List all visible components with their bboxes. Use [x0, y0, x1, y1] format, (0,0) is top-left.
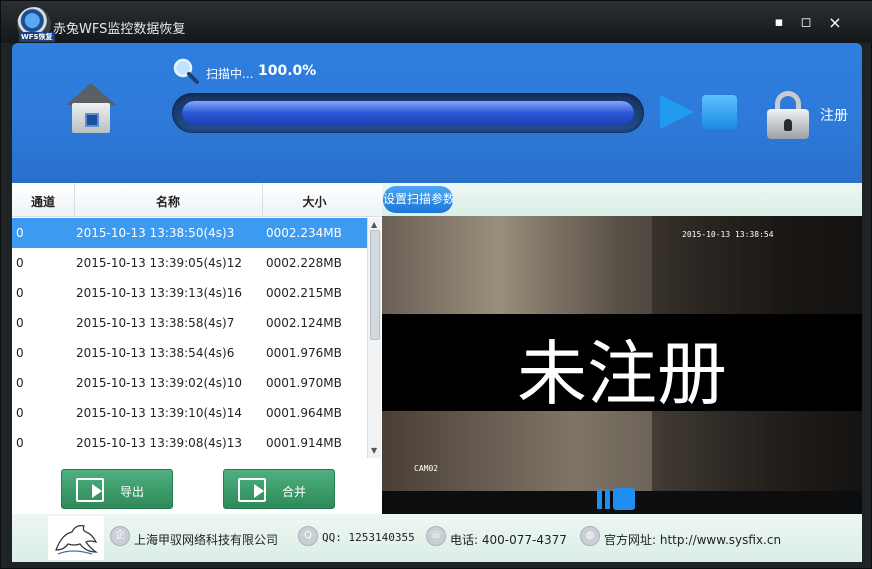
window-title: 赤兔WFS监控数据恢复: [53, 22, 186, 37]
pause-icon: [597, 489, 602, 509]
scan-settings-button[interactable]: 设置扫描参数: [383, 186, 453, 213]
cell-channel: 0: [16, 376, 24, 390]
company-name: 上海甲驭网络科技有限公司: [134, 533, 279, 547]
progress-fill: [182, 101, 634, 125]
app-window: WFS恢复 赤兔WFS监控数据恢复 ▪ ◻ × 扫描中... 100.0% 注册…: [0, 0, 872, 569]
register-button[interactable]: 注册: [820, 105, 848, 125]
list-scrollbar[interactable]: ▲ ▼: [367, 218, 381, 458]
camera-label: CAM02: [414, 464, 439, 473]
column-header-size[interactable]: 大小: [262, 193, 367, 210]
cell-size: 0001.964MB: [266, 406, 342, 420]
play-icon[interactable]: [660, 95, 694, 129]
phone-number: 电话: 400-077-4377: [450, 533, 567, 547]
cell-size: 0001.914MB: [266, 436, 342, 450]
table-row[interactable]: 0 2015-10-13 13:38:58(4s)7 0002.124MB: [12, 308, 367, 338]
header-panel: 扫描中... 100.0% 注册: [12, 43, 862, 183]
horse-logo-icon: [55, 525, 98, 555]
export-arrow-icon: [92, 484, 102, 498]
cell-size: 0002.228MB: [266, 256, 342, 270]
preview-toolbar: 设置扫描参数: [382, 183, 862, 216]
home-icon: [66, 83, 116, 105]
cell-channel: 0: [16, 436, 24, 450]
cell-channel: 0: [16, 286, 24, 300]
company-logo: [48, 516, 104, 560]
cell-size: 0001.970MB: [266, 376, 342, 390]
video-preview: 未注册 2015-10-13 13:38:54 CAM02: [382, 216, 862, 514]
cell-channel: 0: [16, 346, 24, 360]
table-row[interactable]: 0 2015-10-13 13:39:13(4s)16 0002.215MB: [12, 278, 367, 308]
column-header-channel[interactable]: 通道: [12, 193, 74, 210]
file-list-panel: 通道 名称 大小 0 2015-10-13 13:38:50(4s)3 0002.2…: [12, 183, 382, 514]
cell-size: 0001.976MB: [266, 346, 342, 360]
table-header: 通道 名称 大小: [12, 183, 382, 217]
pause-button[interactable]: [597, 487, 647, 511]
cell-name: 2015-10-13 13:39:02(4s)10: [76, 376, 242, 390]
close-button[interactable]: ×: [827, 15, 843, 31]
table-row[interactable]: 0 2015-10-13 13:38:54(4s)6 0001.976MB: [12, 338, 367, 368]
home-icon-door: [85, 113, 99, 127]
table-row[interactable]: 0 2015-10-13 13:39:08(4s)13 0001.914MB: [12, 428, 367, 458]
cell-name: 2015-10-13 13:38:54(4s)6: [76, 346, 235, 360]
cell-name: 2015-10-13 13:39:05(4s)12: [76, 256, 242, 270]
unregistered-watermark: 未注册: [517, 333, 727, 415]
website-link[interactable]: 官方网址: http://www.sysfix.cn: [604, 531, 781, 548]
qq-icon: Q: [298, 526, 318, 546]
scan-status-label: 扫描中...: [206, 67, 254, 81]
cell-channel: 0: [16, 256, 24, 270]
cell-name: 2015-10-13 13:39:10(4s)14: [76, 406, 242, 420]
merge-button-label: 合并: [282, 485, 307, 499]
maximize-button[interactable]: ◻: [798, 15, 814, 31]
table-row[interactable]: 0 2015-10-13 13:39:02(4s)10 0001.970MB: [12, 368, 367, 398]
lock-keyhole: [784, 119, 792, 131]
phone-icon: ☏: [426, 526, 446, 546]
column-header-name[interactable]: 名称: [74, 193, 262, 210]
cell-channel: 0: [16, 316, 24, 330]
app-logo-label: WFS恢复: [19, 32, 55, 42]
cell-name: 2015-10-13 13:39:08(4s)13: [76, 436, 242, 450]
cell-name: 2015-10-13 13:38:58(4s)7: [76, 316, 235, 330]
qq-number[interactable]: QQ: 1253140355: [322, 531, 415, 544]
cell-channel: 0: [16, 406, 24, 420]
cell-name: 2015-10-13 13:39:13(4s)16: [76, 286, 242, 300]
minimize-button[interactable]: ▪: [771, 15, 787, 31]
search-icon: [173, 58, 199, 84]
progress-track: [182, 101, 634, 125]
video-timestamp: 2015-10-13 13:38:54: [682, 230, 774, 239]
lock-icon[interactable]: [767, 91, 809, 139]
scroll-thumb[interactable]: [370, 230, 380, 340]
globe-icon: ◍: [580, 526, 600, 546]
company-icon: 企: [110, 526, 130, 546]
file-list: 0 2015-10-13 13:38:50(4s)3 0002.234MB 0 2015…: [12, 218, 367, 458]
cell-channel: 0: [16, 226, 24, 240]
table-row[interactable]: 0 2015-10-13 13:39:05(4s)12 0002.228MB: [12, 248, 367, 278]
pause-icon-bar: [605, 489, 610, 509]
footer-bar: 企 上海甲驭网络科技有限公司 Q QQ: 1253140355 ☏ 电话: 40…: [12, 514, 862, 562]
stop-icon[interactable]: [702, 95, 737, 129]
export-button[interactable]: 导出: [61, 469, 173, 509]
title-bar: WFS恢复 赤兔WFS监控数据恢复 ▪ ◻ ×: [1, 1, 872, 43]
table-row[interactable]: 0 2015-10-13 13:38:50(4s)3 0002.234MB: [12, 218, 367, 248]
export-button-label: 导出: [120, 485, 145, 499]
stop-playback-icon[interactable]: [613, 488, 635, 510]
scroll-up-arrow-icon[interactable]: ▲: [371, 220, 377, 229]
cell-size: 0002.124MB: [266, 316, 342, 330]
scan-percent: 100.0%: [258, 63, 317, 79]
cell-size: 0002.215MB: [266, 286, 342, 300]
merge-arrow-icon: [254, 484, 264, 498]
scroll-down-arrow-icon[interactable]: ▼: [371, 446, 377, 455]
home-button[interactable]: [66, 83, 116, 137]
table-row[interactable]: 0 2015-10-13 13:39:10(4s)14 0001.964MB: [12, 398, 367, 428]
scan-progress-bar: [172, 93, 644, 133]
merge-button[interactable]: 合并: [223, 469, 335, 509]
cell-size: 0002.234MB: [266, 226, 342, 240]
cell-name: 2015-10-13 13:38:50(4s)3: [76, 226, 235, 240]
